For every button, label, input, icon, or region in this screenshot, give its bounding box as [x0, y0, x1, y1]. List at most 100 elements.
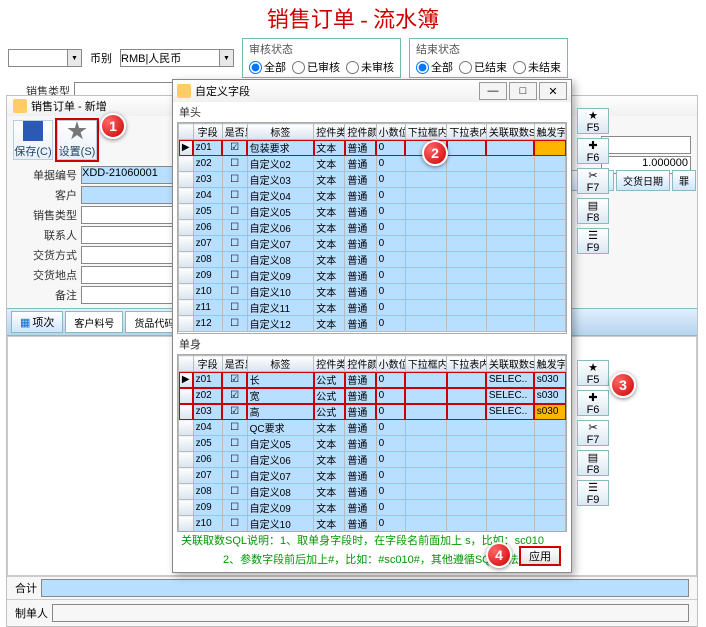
f5-button-b[interactable]: ★F5 [577, 360, 609, 386]
table-row[interactable]: z05☐自定义05文本普通0 [179, 436, 566, 452]
f5-button[interactable]: ★F5 [577, 108, 609, 134]
f7-button[interactable]: ✂F7 [577, 168, 609, 194]
tab-delivery-date[interactable]: 交货日期 [616, 170, 670, 191]
table-row[interactable]: z08☐自定义08文本普通0 [179, 252, 566, 268]
radio-unclosed[interactable]: 未结束 [513, 59, 561, 75]
doc-icon: ▤ [588, 199, 598, 212]
apply-button[interactable]: 应用 [519, 546, 561, 566]
col-dropdown-content[interactable]: 下拉框内容 [405, 124, 447, 140]
customer-label: 客户 [15, 187, 77, 203]
window-title: 销售订单 - 新增 [31, 98, 107, 114]
tab-cust-no[interactable]: 客户料号 [65, 311, 123, 333]
dialog-icon [177, 84, 191, 98]
maximize-button[interactable]: □ [509, 82, 537, 100]
table-row[interactable]: z02☑宽公式普通0SELEC..s030 [179, 388, 566, 404]
table-row[interactable]: z04☐QC要求文本普通0 [179, 420, 566, 436]
table-row[interactable]: ▶z01☑包装要求文本普通0 [179, 140, 566, 156]
f7-button-b[interactable]: ✂F7 [577, 420, 609, 446]
col-ctrl-type[interactable]: 控件类型 [314, 124, 345, 140]
remark-label: 备注 [15, 287, 77, 303]
col-ctrl-color[interactable]: 控件颜色 [345, 124, 376, 140]
list-icon: ☰ [588, 481, 598, 494]
table-row[interactable]: z09☐自定义09文本普通0 [179, 500, 566, 516]
section-header-label: 单头 [173, 102, 571, 122]
cut-icon: ✂ [588, 169, 597, 182]
f6-button[interactable]: ✚F6 [577, 138, 609, 164]
page-title: 销售订单 - 流水簿 [0, 0, 706, 36]
col-field[interactable]: 字段 [193, 124, 222, 140]
plus-icon: ✚ [588, 391, 597, 404]
table-row[interactable]: z10☐自定义10文本普通0 [179, 516, 566, 532]
f9-button[interactable]: ☰F9 [577, 228, 609, 254]
f8-button[interactable]: ▤F8 [577, 198, 609, 224]
side-buttons-top: ★F5 ✚F6 ✂F7 ▤F8 ☰F9 [577, 108, 609, 254]
sale-type-label2: 销售类型 [15, 207, 77, 223]
doc-icon: ▤ [588, 451, 598, 464]
list-icon: ☰ [588, 229, 598, 242]
maker-field[interactable] [52, 604, 689, 622]
table-row[interactable]: z11☐自定义11文本普通0 [179, 300, 566, 316]
dialog-titlebar[interactable]: 自定义字段 — □ ✕ [173, 80, 571, 102]
custom-field-dialog: 自定义字段 — □ ✕ 单头 字段 是否显示 标签 控件类型 控件颜色 小数位数… [172, 79, 572, 573]
table-row[interactable]: z02☐自定义02文本普通0 [179, 156, 566, 172]
side-buttons-bottom: ★F5 ✚F6 ✂F7 ▤F8 ☰F9 [577, 360, 609, 506]
table-row[interactable]: z10☐自定义10文本普通0 [179, 284, 566, 300]
maker-label: 制单人 [15, 605, 48, 621]
f8-button-b[interactable]: ▤F8 [577, 450, 609, 476]
table-row[interactable]: z06☐自定义06文本普通0 [179, 220, 566, 236]
window-icon [13, 99, 27, 113]
combo-filter-1[interactable]: ▼ [8, 49, 82, 67]
plus-icon: ✚ [588, 139, 597, 152]
cut-icon: ✂ [588, 421, 597, 434]
table-row[interactable]: z06☐自定义06文本普通0 [179, 452, 566, 468]
f6-button-b[interactable]: ✚F6 [577, 390, 609, 416]
body-grid[interactable]: 字段 是否显示 标签 控件类型 控件颜色 小数位数 下拉框内容 下拉表内容 关联… [177, 354, 567, 532]
radio-unaudited[interactable]: 未审核 [346, 59, 394, 75]
callout-1: 1 [100, 113, 126, 139]
star-icon: ★ [588, 109, 598, 122]
col-decimals[interactable]: 小数位数 [376, 124, 405, 140]
tab-seq[interactable]: ▦ 项次 [11, 311, 63, 333]
table-row[interactable]: z08☐自定义08文本普通0 [179, 484, 566, 500]
table-row[interactable]: z03☐自定义03文本普通0 [179, 172, 566, 188]
audit-status-group: 审核状态 全部 已审核 未审核 [242, 38, 401, 78]
star-icon: ★ [588, 361, 598, 374]
table-row[interactable]: z07☐自定义07文本普通0 [179, 468, 566, 484]
table-row[interactable]: z03☑高公式普通0SELEC..s030 [179, 404, 566, 420]
currency-combo[interactable]: ▼ [120, 49, 234, 67]
order-no-label: 单据编号 [15, 167, 77, 183]
header-grid[interactable]: 字段 是否显示 标签 控件类型 控件颜色 小数位数 下拉框内容 下拉表内容 关联… [177, 122, 567, 334]
table-row[interactable]: z04☐自定义04文本普通0 [179, 188, 566, 204]
currency-label: 币别 [90, 50, 112, 66]
delivery-place-label: 交货地点 [15, 267, 77, 283]
f9-button-b[interactable]: ☰F9 [577, 480, 609, 506]
delivery-method-label: 交货方式 [15, 247, 77, 263]
table-row[interactable]: ▶z01☑长公式普通0SELEC..s030 [179, 372, 566, 388]
table-row[interactable]: z12☐自定义12文本普通0 [179, 316, 566, 332]
col-show[interactable]: 是否显示 [222, 124, 247, 140]
radio-audited[interactable]: 已审核 [292, 59, 340, 75]
callout-3: 3 [610, 372, 636, 398]
settings-button[interactable]: 设置(S) [57, 120, 97, 160]
callout-4: 4 [486, 542, 512, 568]
radio-closed[interactable]: 已结束 [459, 59, 507, 75]
radio-audit-all[interactable]: 全部 [249, 59, 286, 75]
col-dropdown-table[interactable]: 下拉表内容 [447, 124, 487, 140]
right-field-1[interactable] [601, 136, 691, 154]
contact-label: 联系人 [15, 227, 77, 243]
callout-2: 2 [422, 140, 448, 166]
col-trigger[interactable]: 触发字段 [534, 124, 565, 140]
minimize-button[interactable]: — [479, 82, 507, 100]
close-button[interactable]: ✕ [539, 82, 567, 100]
close-status-group: 结束状态 全部 已结束 未结束 [409, 38, 568, 78]
save-button[interactable]: 保存(C) [13, 120, 53, 160]
dialog-title: 自定义字段 [195, 83, 477, 99]
col-label[interactable]: 标签 [247, 124, 314, 140]
radio-close-all[interactable]: 全部 [416, 59, 453, 75]
table-row[interactable]: z05☐自定义05文本普通0 [179, 204, 566, 220]
section-body-label: 单身 [173, 334, 571, 354]
table-row[interactable]: z09☐自定义09文本普通0 [179, 268, 566, 284]
tab-pack[interactable]: 罪 [672, 170, 696, 191]
col-sql[interactable]: 关联取数SQL [486, 124, 534, 140]
table-row[interactable]: z07☐自定义07文本普通0 [179, 236, 566, 252]
